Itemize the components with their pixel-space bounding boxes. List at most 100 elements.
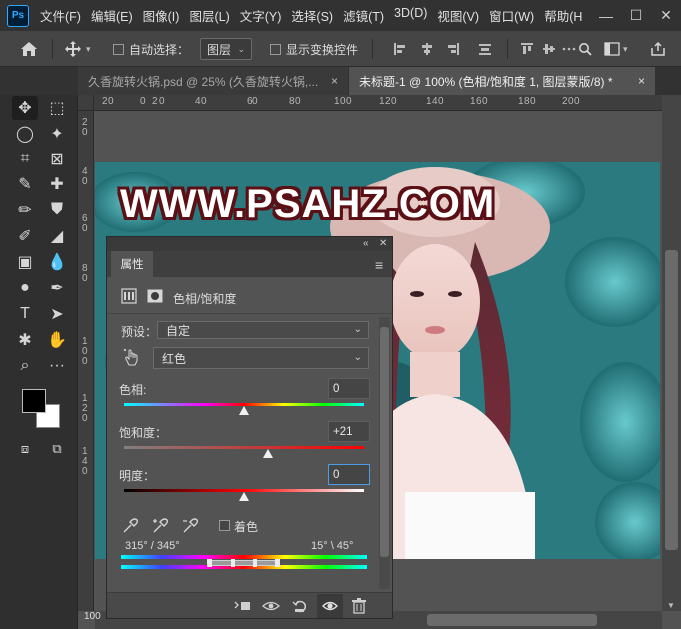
menu-item-3[interactable]: 图层(L): [184, 6, 234, 25]
magic-wand-tool-icon[interactable]: ✦: [44, 122, 70, 146]
watermark-text: WWW.PSAHZ.COM: [120, 182, 496, 226]
range-handle-left[interactable]: [207, 559, 212, 567]
range-handle-inner-right[interactable]: [253, 559, 257, 567]
menu-item-0[interactable]: 文件(F): [35, 6, 86, 25]
tab-document-2[interactable]: 未标题-1 @ 100% (色相/饱和度 1, 图层蒙版/8) * ×: [349, 67, 655, 95]
close-tab-icon[interactable]: ×: [638, 74, 645, 88]
menu-item-10[interactable]: 帮助(H: [539, 6, 587, 25]
hue-slider-thumb[interactable]: [239, 406, 249, 415]
more-options-icon[interactable]: [562, 42, 576, 56]
range-selector[interactable]: [209, 560, 279, 566]
hue-input[interactable]: 0: [328, 378, 370, 399]
align-left-icon[interactable]: [393, 42, 407, 56]
trash-icon[interactable]: [350, 597, 368, 615]
blur-tool-icon[interactable]: 💧: [44, 250, 70, 274]
lasso-tool-icon[interactable]: ◯: [12, 122, 38, 146]
panel-scrollbar[interactable]: [379, 317, 390, 589]
brush-tool-icon[interactable]: ✏: [12, 198, 38, 222]
distribute-icon[interactable]: [478, 42, 492, 56]
home-icon[interactable]: [20, 31, 38, 67]
history-brush-tool-icon[interactable]: ✐: [12, 224, 38, 248]
lightness-input[interactable]: 0: [328, 464, 370, 485]
screen-mode-icon[interactable]: ⧉: [44, 437, 70, 461]
pen-tool-icon[interactable]: ✒: [44, 276, 70, 300]
toggle-visibility-icon[interactable]: [317, 594, 343, 618]
view-previous-state-icon[interactable]: [262, 597, 280, 615]
properties-panel: « ✕ 属性 ≡ 色相/饱和度 预设： 自定 ⌄ 红色 ⌄ 色相: 0 饱和度：…: [106, 236, 393, 619]
ruler-left-label: 0: [82, 466, 88, 477]
preset-label: 预设：: [121, 325, 158, 339]
panel-menu-icon[interactable]: ≡: [375, 257, 383, 273]
layer-mask-icon[interactable]: [147, 288, 163, 304]
tab-properties[interactable]: 属性: [111, 251, 153, 277]
eyedropper-subtract-icon[interactable]: [181, 517, 199, 535]
healing-brush-tool-icon[interactable]: ✚: [44, 172, 70, 196]
eyedropper-add-icon[interactable]: [151, 517, 169, 535]
gradient-tool-icon[interactable]: ▣: [12, 250, 38, 274]
show-transform-checkbox[interactable]: [270, 43, 281, 55]
saturation-input[interactable]: +21: [328, 421, 370, 442]
dodge-tool-icon[interactable]: ●: [12, 276, 38, 300]
hand-tool-icon[interactable]: ✋: [44, 328, 70, 352]
workspace-switcher[interactable]: ▾: [604, 31, 628, 67]
menu-item-9[interactable]: 窗口(W): [484, 6, 539, 25]
preset-dropdown[interactable]: 自定 ⌄: [157, 321, 369, 339]
stamp-tool-icon[interactable]: ⛊: [44, 198, 70, 222]
eyedropper-tool-icon[interactable]: ✎: [12, 172, 38, 196]
zoom-tool-icon[interactable]: ⌕: [12, 354, 38, 378]
move-tool-icon[interactable]: ▾: [64, 31, 91, 67]
share-icon[interactable]: [650, 41, 666, 57]
auto-select-checkbox[interactable]: [113, 43, 124, 55]
colorize-checkbox[interactable]: [219, 520, 230, 531]
path-selection-tool-icon[interactable]: ➤: [44, 302, 70, 326]
align-center-icon[interactable]: [420, 42, 434, 56]
type-tool-icon[interactable]: T: [12, 302, 38, 326]
clip-to-layer-icon[interactable]: [233, 597, 251, 615]
panel-scrollbar-thumb[interactable]: [380, 327, 389, 557]
collapse-panel-icon[interactable]: «: [363, 238, 369, 249]
crop-tool-icon[interactable]: ⌗: [12, 147, 38, 171]
minimize-button[interactable]: —: [591, 8, 621, 24]
marquee-tool-icon[interactable]: ⬚: [44, 96, 70, 120]
align-right-icon[interactable]: [446, 42, 460, 56]
range-handle-right[interactable]: [275, 559, 280, 567]
channel-dropdown[interactable]: 红色 ⌄: [153, 347, 369, 369]
menu-item-7[interactable]: 3D(D): [389, 6, 432, 25]
quick-mask-icon[interactable]: ⧈: [12, 437, 38, 461]
menu-item-2[interactable]: 图像(I): [138, 6, 185, 25]
panel-title-bar[interactable]: « ✕: [107, 237, 392, 251]
shape-tool-icon[interactable]: ✱: [12, 328, 38, 352]
scroll-down-icon[interactable]: ▼: [667, 601, 675, 610]
move-tool-icon[interactable]: ✥: [12, 96, 38, 120]
foreground-color-swatch[interactable]: [22, 389, 46, 413]
auto-select-dropdown[interactable]: 图层 ⌄: [200, 38, 252, 60]
saturation-slider-thumb[interactable]: [263, 449, 273, 458]
align-top-icon[interactable]: [520, 42, 534, 56]
range-handle-inner-left[interactable]: [231, 559, 235, 567]
eraser-tool-icon[interactable]: ◢: [44, 224, 70, 248]
menu-item-5[interactable]: 选择(S): [286, 6, 338, 25]
menu-item-4[interactable]: 文字(Y): [235, 6, 287, 25]
horizontal-scrollbar-thumb[interactable]: [427, 614, 597, 626]
vertical-scrollbar-thumb[interactable]: [665, 250, 678, 550]
more-tools-icon[interactable]: ···: [44, 354, 70, 378]
menu-item-1[interactable]: 编辑(E): [86, 6, 138, 25]
menu-item-6[interactable]: 滤镜(T): [338, 6, 389, 25]
align-middle-icon[interactable]: [542, 42, 556, 56]
close-button[interactable]: ✕: [651, 7, 681, 24]
menu-item-8[interactable]: 视图(V): [432, 6, 484, 25]
chevron-down-icon[interactable]: ▾: [86, 44, 91, 55]
saturation-slider-track[interactable]: [124, 446, 364, 449]
frame-tool-icon[interactable]: ⊠: [44, 147, 70, 171]
reset-icon[interactable]: [291, 597, 309, 615]
close-panel-icon[interactable]: ✕: [379, 238, 387, 249]
vertical-scrollbar[interactable]: ▼: [662, 95, 681, 611]
maximize-button[interactable]: ☐: [621, 7, 651, 24]
tab-document-1[interactable]: 久香旋转火锅.psd @ 25% (久香旋转火锅,... ×: [78, 67, 348, 95]
search-icon[interactable]: [578, 42, 592, 56]
eyedropper-icon[interactable]: [121, 517, 139, 535]
targeted-adjustment-hand-icon[interactable]: [123, 348, 139, 366]
zoom-status[interactable]: 100: [84, 611, 101, 622]
close-tab-icon[interactable]: ×: [331, 74, 338, 88]
lightness-slider-thumb[interactable]: [239, 492, 249, 501]
